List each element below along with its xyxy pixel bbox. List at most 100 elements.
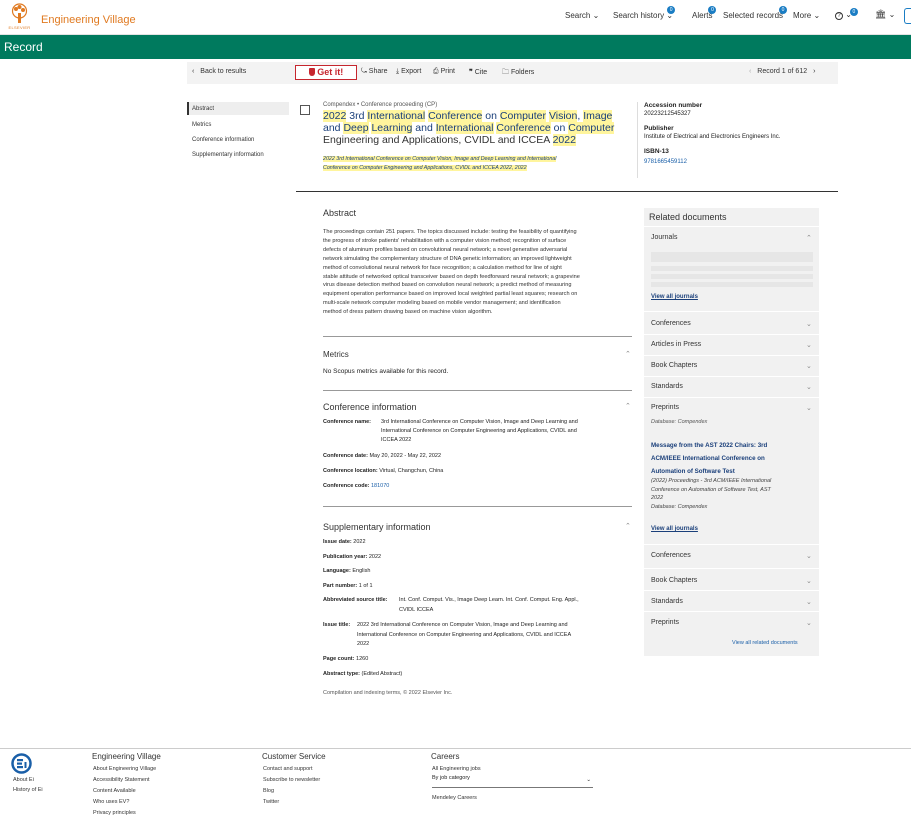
footer-link[interactable]: Privacy principles xyxy=(93,810,136,816)
title-part: International xyxy=(367,110,426,122)
metrics-collapse-icon[interactable]: ⌃ xyxy=(625,350,631,358)
history-ei-link[interactable]: History of Ei xyxy=(13,787,43,793)
related-standards-2[interactable]: Standards xyxy=(651,598,683,605)
folders-button[interactable]: 🗀 Folders xyxy=(502,68,534,79)
related-book-chapters[interactable]: Book Chapters xyxy=(651,362,697,369)
chevron-down-icon[interactable]: ⌄ xyxy=(806,341,812,349)
chevron-down-icon[interactable]: ⌄ xyxy=(806,552,812,560)
related-separator xyxy=(644,568,819,569)
select-record-checkbox[interactable] xyxy=(300,105,310,115)
supplementary-collapse-icon[interactable]: ⌃ xyxy=(625,522,631,530)
folder-icon: 🗀 xyxy=(502,69,509,76)
view-all-journals-link[interactable]: View all journals xyxy=(651,294,698,300)
chevron-down-icon[interactable]: ⌄ xyxy=(806,598,812,606)
metrics-title[interactable]: Metrics xyxy=(323,350,349,359)
chevron-down-icon[interactable]: ⌄ xyxy=(806,404,812,412)
getit-button[interactable]: Get it! xyxy=(295,65,357,80)
print-button[interactable]: ⎙ Print xyxy=(433,68,455,76)
conference-title[interactable]: Conference information xyxy=(323,402,417,412)
loading-placeholder xyxy=(651,282,813,287)
conference-code-link[interactable]: 181070 xyxy=(371,483,389,489)
user-button[interactable] xyxy=(904,8,911,24)
next-record-icon[interactable]: › xyxy=(813,68,815,75)
related-preprints[interactable]: Preprints xyxy=(651,404,679,411)
print-icon: ⎙ xyxy=(433,68,439,75)
related-separator xyxy=(644,590,819,591)
footer-link[interactable]: All Engineering jobs xyxy=(432,766,481,772)
footer-link[interactable]: Blog xyxy=(263,788,274,794)
nav-search[interactable]: Search ⌄ xyxy=(565,11,599,20)
elsevier-logo[interactable]: ELSEVIER xyxy=(6,3,33,30)
help-menu[interactable]: ? ⌄ 0 xyxy=(835,8,858,20)
abstract-line: virus disease detection method based on … xyxy=(323,282,572,289)
journals-collapse-icon[interactable]: ⌃ xyxy=(806,234,812,242)
chevron-down-icon[interactable]: ⌄ xyxy=(806,320,812,328)
footer-col2-title: Customer Service xyxy=(262,752,326,761)
view-all-related-link[interactable]: View all related documents xyxy=(732,640,798,646)
footer-col1-title: Engineering Village xyxy=(92,752,161,761)
chevron-down-icon: ⌄ xyxy=(592,11,600,20)
institution-menu[interactable]: 🏛 ⌄ xyxy=(875,9,895,20)
title-part: Learning xyxy=(371,122,413,134)
nav-search-history[interactable]: Search history ⌄ 0 xyxy=(613,6,676,20)
related-standards[interactable]: Standards xyxy=(651,383,683,390)
related-articles-in-press[interactable]: Articles in Press xyxy=(651,341,701,348)
record-source-title[interactable]: 2022 3rd International Conference on Com… xyxy=(323,155,623,173)
footer-link[interactable]: Who uses EV? xyxy=(93,799,129,805)
related-item-title[interactable]: Message from the AST 2022 Chairs: 3rd AC… xyxy=(651,439,811,478)
prev-record-icon[interactable]: ‹ xyxy=(749,68,751,75)
footer-link[interactable]: Contact and support xyxy=(263,766,313,772)
isbn-link[interactable]: 9781665459112 xyxy=(644,158,834,167)
related-preprints-2[interactable]: Preprints xyxy=(651,619,679,626)
related-conferences-2[interactable]: Conferences xyxy=(651,552,691,559)
conference-divider xyxy=(323,506,632,507)
getit-label: Get it! xyxy=(317,67,344,77)
brand-name[interactable]: Engineering Village xyxy=(41,14,136,26)
conference-collapse-icon[interactable]: ⌃ xyxy=(625,402,631,410)
view-all-journals-link-2[interactable]: View all journals xyxy=(651,526,698,532)
conference-date-row: Conference date: May 20, 2022 - May 22, … xyxy=(323,452,633,461)
chevron-down-icon[interactable]: ⌄ xyxy=(806,619,812,627)
chevron-down-icon: ⌄ xyxy=(813,11,821,20)
issue-title-label: Issue title: xyxy=(323,622,351,628)
export-button[interactable]: ⤓ Export xyxy=(396,68,421,76)
chevron-down-icon[interactable]: ⌄ xyxy=(806,383,812,391)
chevron-down-icon[interactable]: ⌄ xyxy=(806,577,812,585)
footer-link[interactable]: Content Available xyxy=(93,788,136,794)
footer-link[interactable]: Mendeley Careers xyxy=(432,795,477,801)
nav-selected-records[interactable]: Selected records 0 xyxy=(723,6,788,20)
related-item-title-line: Message from the AST 2022 Chairs: 3rd xyxy=(651,442,768,449)
footer-link[interactable]: About Engineering Village xyxy=(93,766,156,772)
supplementary-title[interactable]: Supplementary information xyxy=(323,522,431,532)
head-divider xyxy=(296,191,838,192)
help-badge: 0 xyxy=(849,8,858,16)
issue-date-value: 2022 xyxy=(353,539,366,545)
nav-alerts[interactable]: Alerts 0 xyxy=(692,6,717,20)
chevron-down-icon[interactable]: ⌄ xyxy=(806,362,812,370)
abstract-title: Abstract xyxy=(323,208,357,218)
job-category-select[interactable]: By job category ⌄ xyxy=(432,775,593,788)
back-to-results-link[interactable]: ‹ Back to results xyxy=(192,68,246,75)
cite-button[interactable]: ❞ Cite xyxy=(469,68,487,76)
related-book-chapters-2[interactable]: Book Chapters xyxy=(651,577,697,584)
share-button[interactable]: ⤿ Share xyxy=(361,68,387,76)
side-nav-supplementary[interactable]: Supplementary information xyxy=(192,152,264,158)
side-nav-metrics[interactable]: Metrics xyxy=(192,122,211,128)
side-nav-abstract[interactable]: Abstract xyxy=(192,106,214,112)
footer-link[interactable]: Twitter xyxy=(263,799,279,805)
nav-more[interactable]: More ⌄ xyxy=(793,11,820,20)
abstract-type-row: Abstract type: (Edited Abstract) xyxy=(323,670,633,680)
about-ei-link[interactable]: About Ei xyxy=(13,777,34,783)
ei-logo[interactable] xyxy=(11,753,32,774)
related-journals[interactable]: Journals xyxy=(651,234,677,241)
export-label: Export xyxy=(401,68,422,75)
conference-location-row: Conference location: Virtual, Changchun,… xyxy=(323,467,633,476)
abstract-line: The proceedings contain 251 papers. The … xyxy=(323,229,577,235)
isbn-label: ISBN-13 xyxy=(644,148,669,155)
related-item-source: (2022) Proceedings - 3rd ACM/IEEE Intern… xyxy=(651,477,816,511)
related-item-db: Database: Compendex xyxy=(651,503,708,510)
footer-link[interactable]: Accessibility Statement xyxy=(93,777,150,783)
side-nav-conference[interactable]: Conference information xyxy=(192,137,254,143)
related-conferences[interactable]: Conferences xyxy=(651,320,691,327)
footer-link[interactable]: Subscribe to newsletter xyxy=(263,777,320,783)
